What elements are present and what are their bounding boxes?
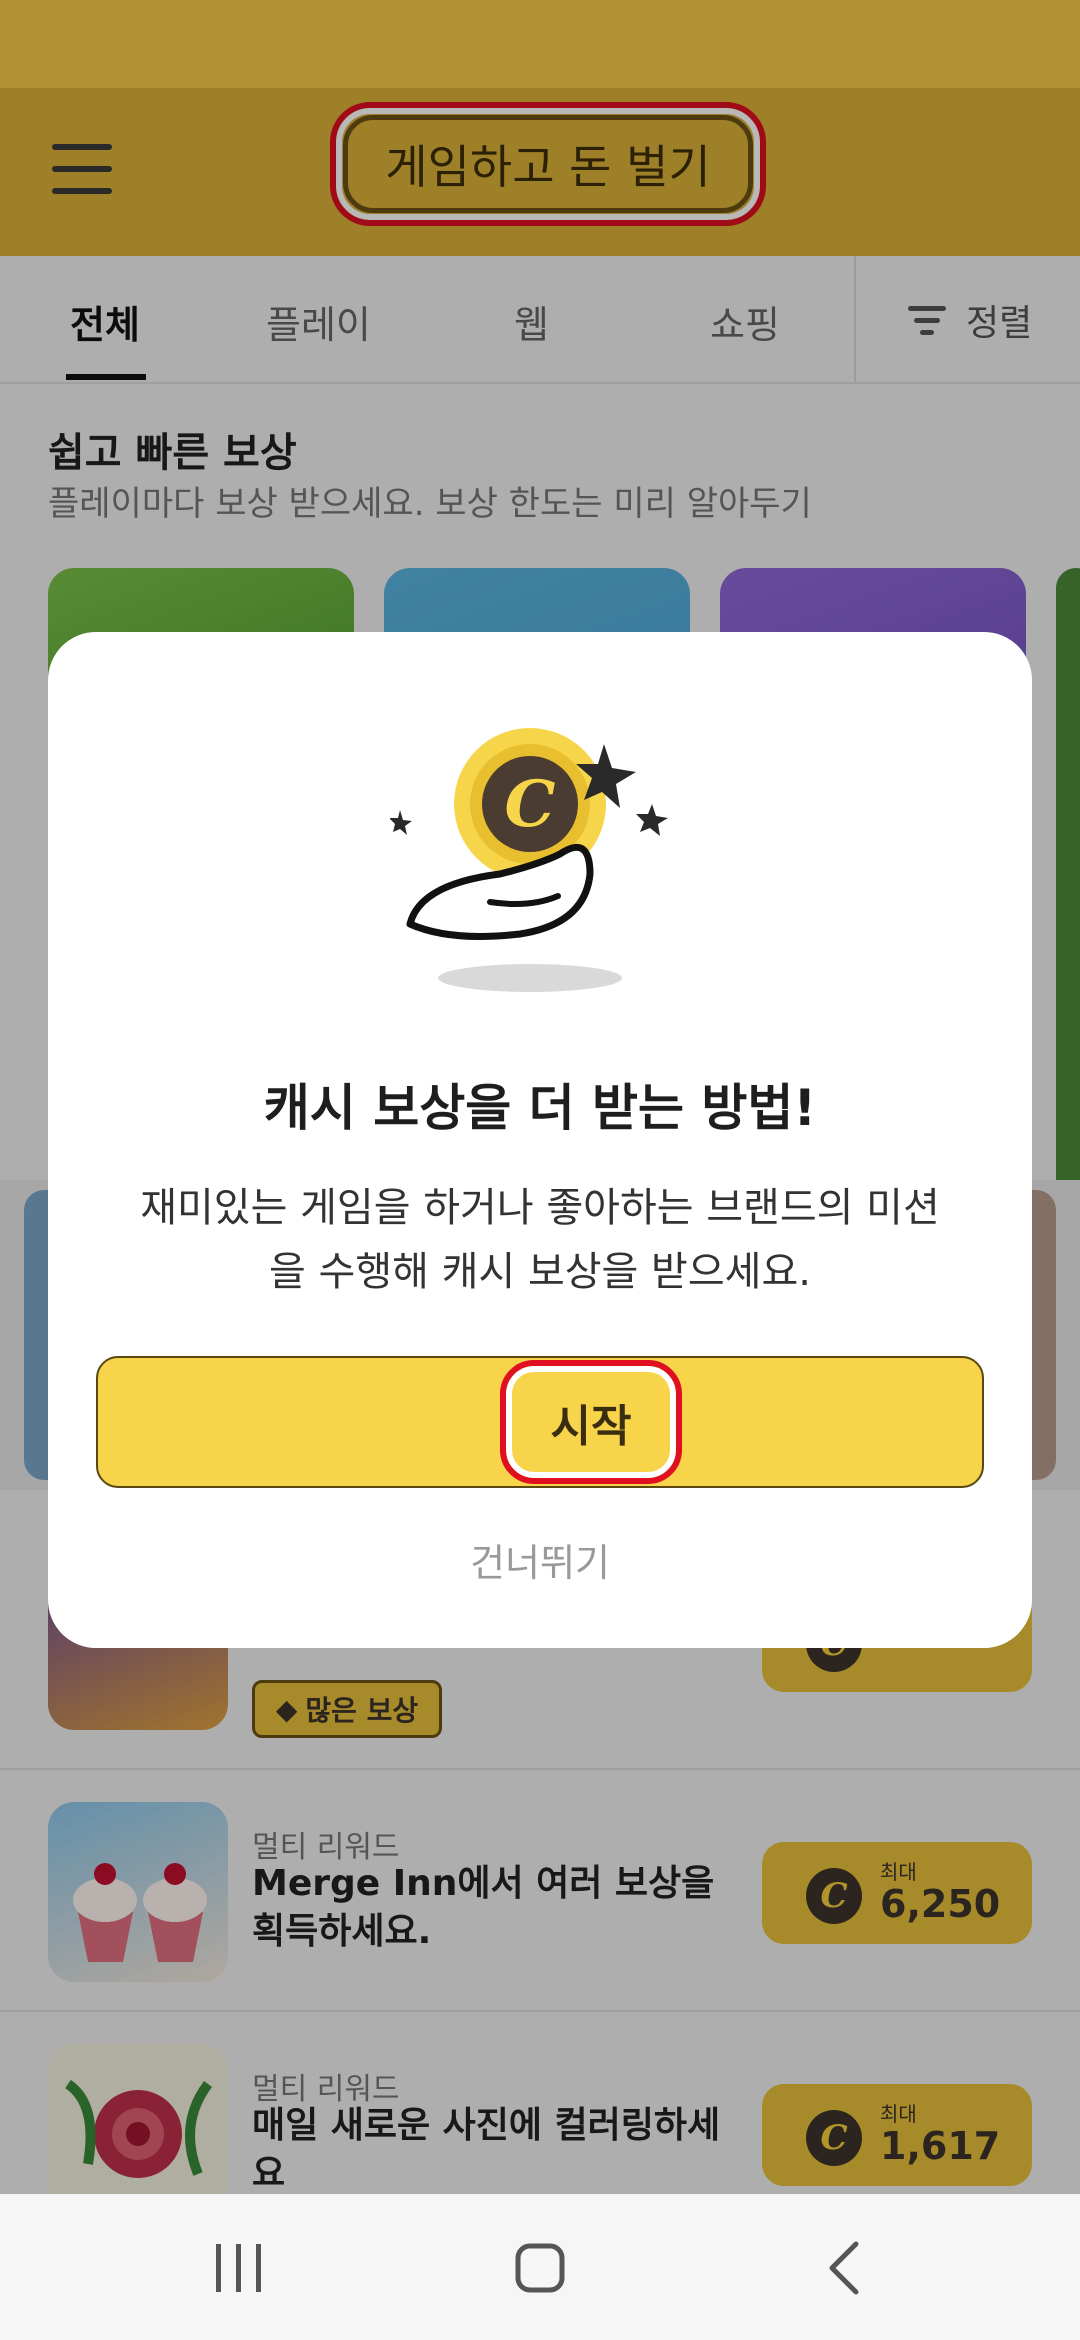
dialog-description-line: 재미있는 게임을 하거나 좋아하는 브랜드의 미션 bbox=[140, 1185, 940, 1231]
home-button[interactable] bbox=[440, 2194, 640, 2340]
svg-text:C: C bbox=[505, 767, 556, 842]
back-button[interactable] bbox=[742, 2194, 942, 2340]
recent-apps-button[interactable] bbox=[138, 2194, 338, 2340]
home-icon bbox=[515, 2243, 565, 2293]
dialog-description: 재미있는 게임을 하거나 좋아하는 브랜드의 미션 을 수행해 캐시 보상을 받… bbox=[88, 1176, 992, 1304]
dialog-description-line: 을 수행해 캐시 보상을 받으세요. bbox=[269, 1249, 811, 1295]
back-icon bbox=[829, 2241, 859, 2295]
skip-button[interactable]: 건너뛰기 bbox=[48, 1532, 1032, 1587]
start-button-highlight: 시작 bbox=[500, 1360, 682, 1484]
system-navigation-bar bbox=[0, 2194, 1080, 2340]
start-button-label: 시작 bbox=[550, 1401, 632, 1452]
dialog-title: 캐시 보상을 더 받는 방법! bbox=[263, 1079, 817, 1137]
recent-apps-icon bbox=[216, 2244, 261, 2292]
onboarding-dialog: C 캐시 보상을 더 받는 방법! 재미있는 게임을 하거나 좋아하는 브랜드의… bbox=[48, 632, 1032, 1648]
start-button[interactable]: 시작 bbox=[96, 1356, 984, 1488]
coin-hand-illustration: C bbox=[389, 724, 690, 1000]
